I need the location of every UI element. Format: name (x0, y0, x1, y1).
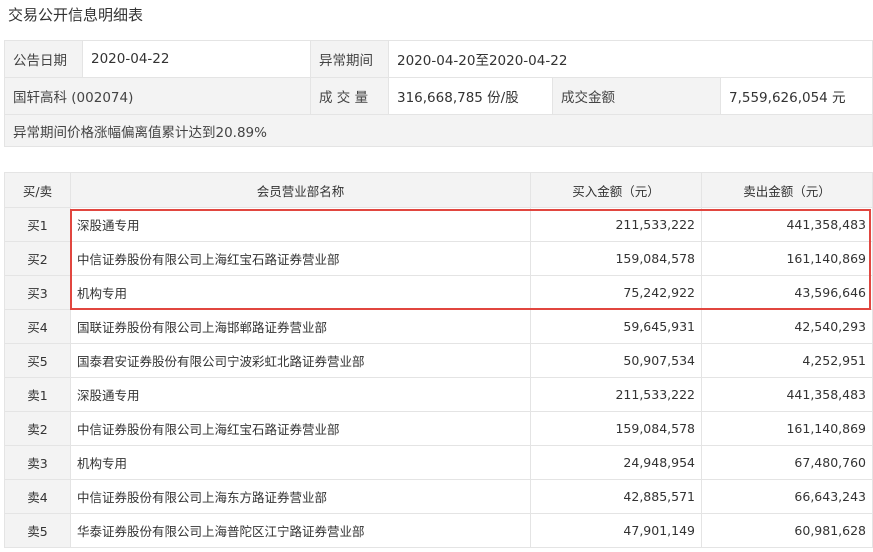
row-member-name: 中信证券股份有限公司上海东方路证券营业部 (70, 479, 531, 514)
row-sell-amount: 43,596,646 (701, 275, 873, 310)
amount-label: 成交金额 (552, 77, 721, 115)
row-buy-amount: 75,242,922 (530, 275, 702, 310)
table-row: 买1 深股通专用 211,533,222 441,358,483 (4, 207, 873, 242)
header-side: 买/卖 (4, 172, 71, 208)
table-row: 卖1 深股通专用 211,533,222 441,358,483 (4, 377, 873, 412)
table-row: 买2 中信证券股份有限公司上海红宝石路证券营业部 159,084,578 161… (4, 241, 873, 276)
deviation-note: 异常期间价格涨幅偏离值累计达到20.89% (3, 114, 873, 147)
table-row: 买5 国泰君安证券股份有限公司宁波彩虹北路证券营业部 50,907,534 4,… (4, 343, 873, 378)
row-sell-amount: 161,140,869 (701, 411, 873, 446)
row-buy-amount: 159,084,578 (530, 241, 702, 276)
row-sell-amount: 60,981,628 (701, 513, 873, 548)
row-member-name: 机构专用 (70, 275, 531, 310)
row-side: 卖1 (4, 377, 71, 412)
row-member-name: 深股通专用 (70, 207, 531, 242)
row-buy-amount: 24,948,954 (530, 445, 702, 480)
row-member-name: 华泰证券股份有限公司上海普陀区江宁路证券营业部 (70, 513, 531, 548)
row-member-name: 深股通专用 (70, 377, 531, 412)
stock-info-table: 公告日期 2020-04-22 异常期间 2020-04-20至2020-04-… (3, 40, 873, 147)
header-buy-amount: 买入金额（元） (530, 172, 702, 208)
row-side: 买3 (4, 275, 71, 310)
row-side: 卖3 (4, 445, 71, 480)
table-header-row: 买/卖 会员营业部名称 买入金额（元） 卖出金额（元） (4, 172, 873, 208)
row-member-name: 国泰君安证券股份有限公司宁波彩虹北路证券营业部 (70, 343, 531, 378)
table-row: 卖2 中信证券股份有限公司上海红宝石路证券营业部 159,084,578 161… (4, 411, 873, 446)
row-buy-amount: 42,885,571 (530, 479, 702, 514)
table-row: 买4 国联证券股份有限公司上海邯郸路证券营业部 59,645,931 42,54… (4, 309, 873, 344)
table-row: 卖4 中信证券股份有限公司上海东方路证券营业部 42,885,571 66,64… (4, 479, 873, 514)
table-row: 卖3 机构专用 24,948,954 67,480,760 (4, 445, 873, 480)
row-buy-amount: 59,645,931 (530, 309, 702, 344)
row-sell-amount: 66,643,243 (701, 479, 873, 514)
row-sell-amount: 67,480,760 (701, 445, 873, 480)
row-side: 买5 (4, 343, 71, 378)
stock-name: 国轩高科 (002074) (4, 77, 311, 115)
row-side: 买4 (4, 309, 71, 344)
row-member-name: 中信证券股份有限公司上海红宝石路证券营业部 (70, 411, 531, 446)
row-side: 卖4 (4, 479, 71, 514)
row-sell-amount: 4,252,951 (701, 343, 873, 378)
row-member-name: 国联证券股份有限公司上海邯郸路证券营业部 (70, 309, 531, 344)
header-member-name: 会员营业部名称 (70, 172, 531, 208)
row-buy-amount: 50,907,534 (530, 343, 702, 378)
page-title: 交易公开信息明细表 (8, 6, 144, 24)
row-buy-amount: 47,901,149 (530, 513, 702, 548)
row-member-name: 中信证券股份有限公司上海红宝石路证券营业部 (70, 241, 531, 276)
row-side: 买2 (4, 241, 71, 276)
abnormal-period-label: 异常期间 (310, 40, 389, 78)
row-buy-amount: 211,533,222 (530, 207, 702, 242)
trading-detail-table: 买/卖 会员营业部名称 买入金额（元） 卖出金额（元） 买1 深股通专用 211… (4, 172, 873, 548)
row-sell-amount: 42,540,293 (701, 309, 873, 344)
abnormal-period-value: 2020-04-20至2020-04-22 (387, 40, 873, 78)
row-side: 买1 (4, 207, 71, 242)
volume-value: 316,668,785 份/股 (388, 77, 553, 115)
row-side: 卖5 (4, 513, 71, 548)
table-row: 卖5 华泰证券股份有限公司上海普陀区江宁路证券营业部 47,901,149 60… (4, 513, 873, 548)
row-buy-amount: 159,084,578 (530, 411, 702, 446)
row-side: 卖2 (4, 411, 71, 446)
header-sell-amount: 卖出金额（元） (701, 172, 873, 208)
row-buy-amount: 211,533,222 (530, 377, 702, 412)
row-sell-amount: 441,358,483 (701, 207, 873, 242)
row-sell-amount: 161,140,869 (701, 241, 873, 276)
table-row: 买3 机构专用 75,242,922 43,596,646 (4, 275, 873, 310)
announce-date-label: 公告日期 (4, 40, 83, 78)
volume-label: 成 交 量 (310, 77, 389, 115)
row-member-name: 机构专用 (70, 445, 531, 480)
row-sell-amount: 441,358,483 (701, 377, 873, 412)
amount-value: 7,559,626,054 元 (719, 77, 873, 115)
announce-date-value: 2020-04-22 (82, 40, 311, 78)
